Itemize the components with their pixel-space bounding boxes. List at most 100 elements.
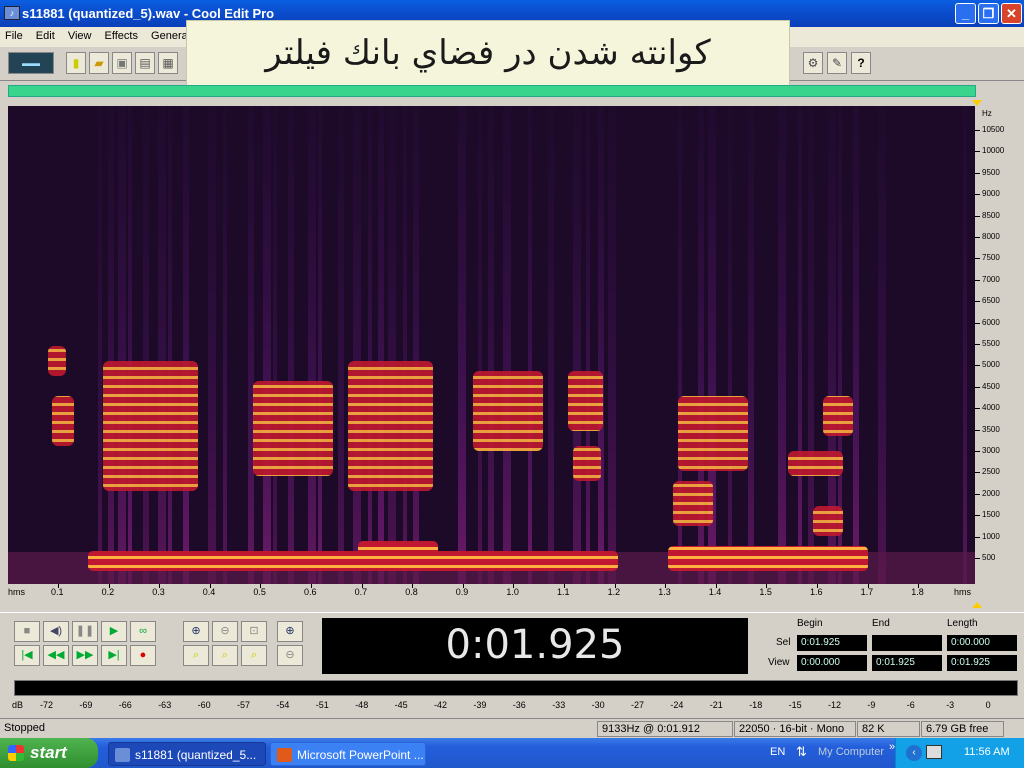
hz-tick-label: 9500 bbox=[982, 167, 1000, 177]
zoom-in-vertical-icon[interactable]: ⊕ bbox=[277, 621, 303, 642]
rewind-icon[interactable]: ◀◀ bbox=[43, 645, 69, 666]
spectral-stripe bbox=[608, 106, 616, 584]
cursor-marker-icon[interactable] bbox=[972, 602, 982, 608]
time-tick bbox=[867, 584, 869, 588]
hz-tick bbox=[975, 151, 980, 153]
time-tick bbox=[665, 584, 667, 588]
task-powerpoint-label: Microsoft PowerPoint ... bbox=[297, 748, 424, 762]
start-button[interactable]: start bbox=[0, 738, 98, 768]
meter-tick-label: -6 bbox=[906, 700, 915, 710]
loop-icon[interactable]: ∞ bbox=[130, 621, 156, 642]
hz-tick-label: 7500 bbox=[982, 253, 1000, 263]
spectral-stripe bbox=[223, 106, 227, 584]
view-length-field[interactable]: 0:01.925 bbox=[947, 655, 1017, 671]
zoom-right-icon[interactable]: ⌕ bbox=[212, 645, 238, 666]
meter-tick-label: -12 bbox=[828, 700, 842, 710]
hz-unit-label: Hz bbox=[982, 109, 992, 118]
menu-edit[interactable]: Edit bbox=[31, 27, 60, 42]
time-tick bbox=[412, 584, 414, 588]
hz-tick bbox=[975, 344, 980, 345]
formant-blob bbox=[48, 346, 66, 376]
hz-tick-label: 3500 bbox=[982, 424, 1000, 434]
task-powerpoint[interactable]: Microsoft PowerPoint ... bbox=[270, 742, 426, 766]
zoom-left-icon[interactable]: ⌕ bbox=[183, 645, 209, 666]
tray-app-icon[interactable] bbox=[926, 745, 942, 759]
level-meter-bar bbox=[14, 680, 1018, 696]
spectral-stripe bbox=[183, 106, 189, 584]
pause-icon[interactable]: ❚❚ bbox=[72, 621, 98, 642]
spectrogram-view[interactable] bbox=[8, 106, 975, 584]
menu-effects[interactable]: Effects bbox=[100, 27, 143, 42]
meter-tick-label: -24 bbox=[670, 700, 684, 710]
sel-length-field[interactable]: 0:00.000 bbox=[947, 635, 1017, 651]
zoom-full-icon[interactable]: ⊡ bbox=[241, 621, 267, 642]
multitrack-toggle-button[interactable]: ▬▬ bbox=[8, 52, 54, 74]
close-button[interactable]: ✕ bbox=[1001, 3, 1022, 24]
zoom-out-icon[interactable]: ⊖ bbox=[212, 621, 238, 642]
open-folder-icon[interactable]: ▰ bbox=[89, 52, 109, 74]
fundamental-segment bbox=[668, 546, 868, 571]
hz-tick-label: 1000 bbox=[982, 531, 1000, 541]
hz-tick-label: 4000 bbox=[982, 403, 1000, 413]
language-indicator[interactable]: EN bbox=[770, 746, 785, 758]
tray-network-icon[interactable]: ⇅ bbox=[796, 744, 807, 760]
menu-view[interactable]: View bbox=[63, 27, 97, 42]
time-tick-label: 0.8 bbox=[405, 587, 418, 597]
hz-tick-label: 7000 bbox=[982, 274, 1000, 284]
formant-blob bbox=[813, 506, 843, 536]
close-file-icon[interactable]: ▦ bbox=[158, 52, 178, 74]
hz-tick bbox=[975, 558, 980, 559]
status-free: 6.79 GB free bbox=[921, 721, 1004, 737]
time-tick-label: 1.1 bbox=[557, 587, 570, 597]
time-tick-label: 0.4 bbox=[202, 587, 216, 597]
settings-icon[interactable]: ⚙ bbox=[803, 52, 823, 74]
zoom-selection-icon[interactable]: ⌕ bbox=[241, 645, 267, 666]
zoom-out-vertical-icon[interactable]: ⊖ bbox=[277, 645, 303, 666]
view-end-field[interactable]: 0:01.925 bbox=[872, 655, 942, 671]
meter-tick-label: -51 bbox=[315, 700, 329, 710]
minimize-button[interactable]: _ bbox=[955, 3, 976, 24]
zoom-in-icon[interactable]: ⊕ bbox=[183, 621, 209, 642]
meter-tick-label: -30 bbox=[591, 700, 605, 710]
spectral-stripe bbox=[368, 106, 372, 584]
go-end-icon[interactable]: ▶| bbox=[101, 645, 127, 666]
save-icon[interactable]: ▣ bbox=[112, 52, 132, 74]
time-tick bbox=[918, 584, 920, 588]
formant-blob bbox=[253, 381, 333, 476]
restore-button[interactable]: ❐ bbox=[978, 3, 999, 24]
speaker-icon[interactable]: ◀) bbox=[43, 621, 69, 642]
spectral-stripe bbox=[378, 106, 384, 584]
new-file-icon[interactable]: ▮ bbox=[66, 52, 86, 74]
windows-logo-icon bbox=[8, 745, 24, 761]
my-computer-link[interactable]: My Computer bbox=[818, 746, 884, 758]
record-icon[interactable]: ● bbox=[130, 645, 156, 666]
spectral-stripe bbox=[403, 106, 407, 584]
spectral-stripe bbox=[98, 106, 102, 584]
sel-end-field[interactable] bbox=[872, 635, 942, 651]
fundamental-segment bbox=[88, 551, 608, 571]
time-display: 0:01.925 bbox=[322, 618, 748, 674]
formant-blob bbox=[473, 371, 543, 451]
formant-blob bbox=[568, 371, 603, 431]
spectrogram-svg bbox=[8, 106, 975, 584]
help-icon[interactable]: ? bbox=[851, 52, 871, 74]
hz-tick bbox=[975, 472, 980, 474]
view-begin-field[interactable]: 0:00.000 bbox=[797, 655, 867, 671]
menu-file[interactable]: File bbox=[0, 27, 28, 42]
fast-forward-icon[interactable]: ▶▶ bbox=[72, 645, 98, 666]
tool-icon[interactable]: ✎ bbox=[827, 52, 847, 74]
time-tick-label: 0.1 bbox=[51, 587, 64, 597]
play-icon[interactable]: ▶ bbox=[101, 621, 127, 642]
spectral-stripe bbox=[318, 106, 322, 584]
stop-icon[interactable]: ■ bbox=[14, 621, 40, 642]
save-all-icon[interactable]: ▤ bbox=[135, 52, 155, 74]
tray-arrow-icon[interactable]: ‹ bbox=[906, 745, 922, 761]
hz-tick bbox=[975, 194, 980, 196]
overview-bar[interactable] bbox=[8, 85, 976, 97]
spectral-stripe bbox=[598, 106, 604, 584]
sel-begin-field[interactable]: 0:01.925 bbox=[797, 635, 867, 651]
time-tick bbox=[108, 584, 110, 588]
go-start-icon[interactable]: |◀ bbox=[14, 645, 40, 666]
task-cool-edit[interactable]: s11881 (quantized_5... bbox=[108, 742, 266, 766]
spectral-stripe bbox=[488, 106, 494, 584]
